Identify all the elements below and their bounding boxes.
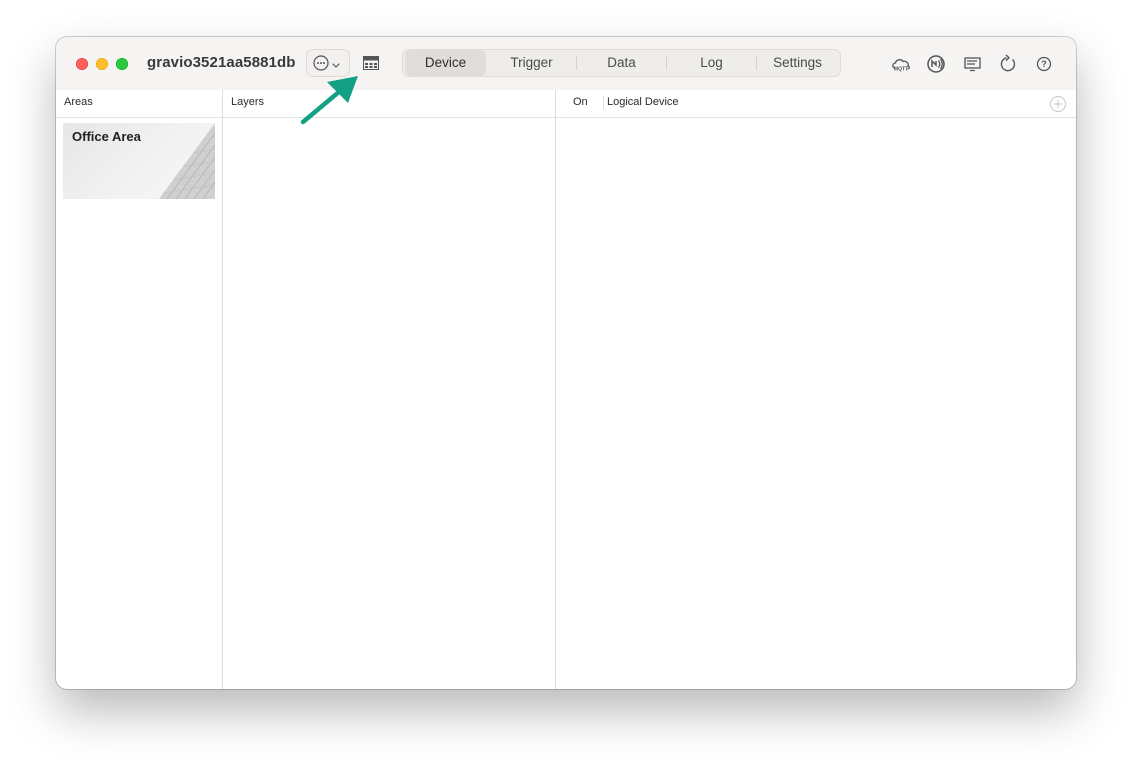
nfc-button[interactable]	[925, 53, 947, 75]
svg-text:MQTT: MQTT	[894, 67, 908, 73]
layers-pane-divider[interactable]	[555, 90, 556, 689]
display-button[interactable]	[962, 53, 984, 75]
logical-device-column-header[interactable]: Logical Device	[607, 96, 679, 108]
refresh-button[interactable]	[997, 53, 1019, 75]
ellipsis-circle-icon	[313, 55, 340, 71]
areas-column-header: Areas	[64, 96, 93, 108]
close-window-button[interactable]	[76, 58, 88, 70]
main-tab-bar: Device Trigger Data Log Settings	[403, 50, 840, 76]
window-title: gravio3521aa5881db	[147, 54, 296, 71]
tab-settings[interactable]: Settings	[757, 50, 838, 76]
add-logical-device-button[interactable]	[1050, 96, 1066, 112]
nfc-icon	[927, 55, 945, 73]
refresh-icon	[1000, 54, 1016, 72]
header-separator	[603, 96, 604, 110]
layout-toggle-icon	[363, 56, 379, 70]
app-window: gravio3521aa5881db Device Trigger Data L…	[56, 37, 1076, 689]
area-name: Office Area	[72, 129, 141, 144]
minimize-window-button[interactable]	[96, 58, 108, 70]
tab-data[interactable]: Data	[577, 50, 666, 76]
on-column-header[interactable]: On	[573, 96, 588, 108]
toolbar: gravio3521aa5881db Device Trigger Data L…	[56, 37, 1076, 91]
areas-pane-divider[interactable]	[222, 90, 223, 689]
display-icon	[964, 57, 981, 72]
svg-text:?: ?	[1041, 59, 1047, 69]
help-icon: ?	[1036, 56, 1052, 72]
layout-toggle-button[interactable]	[359, 52, 383, 74]
mqtt-cloud-icon: MQTT	[892, 59, 910, 73]
area-card-office[interactable]: Office Area	[63, 123, 215, 199]
tab-trigger[interactable]: Trigger	[487, 50, 576, 76]
zoom-window-button[interactable]	[116, 58, 128, 70]
tab-device[interactable]: Device	[405, 50, 486, 76]
help-button[interactable]: ?	[1033, 53, 1055, 75]
more-options-button[interactable]	[307, 50, 349, 76]
mqtt-button[interactable]: MQTT	[890, 53, 912, 75]
tab-log[interactable]: Log	[667, 50, 756, 76]
layers-column-header: Layers	[231, 96, 265, 108]
plus-circle-icon	[1050, 96, 1066, 112]
column-header-row	[56, 90, 1076, 118]
